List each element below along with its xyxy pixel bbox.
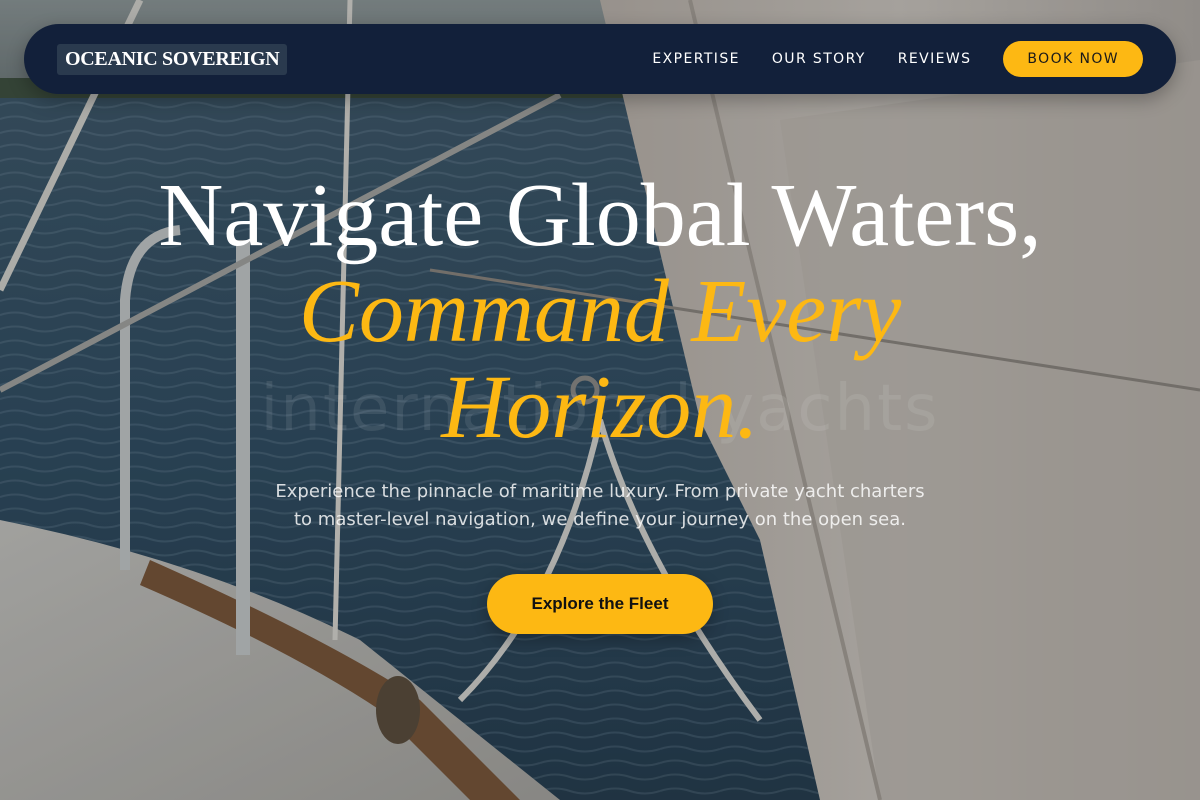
explore-fleet-button[interactable]: Explore the Fleet — [487, 574, 713, 634]
subtitle-line-1: Experience the pinnacle of maritime luxu… — [275, 481, 925, 502]
headline-accent-line-1: Command Every — [298, 262, 902, 361]
headline-accent-line-2: Horizon. — [441, 358, 759, 457]
headline-line-1: Navigate Global Waters, — [158, 166, 1042, 265]
hero-subtitle: Experience the pinnacle of maritime luxu… — [260, 478, 940, 534]
subtitle-line-2: to master-level navigation, we define yo… — [294, 509, 906, 530]
hero-headline: Navigate Global Waters, Command Every Ho… — [0, 168, 1200, 456]
hero-section: international yachts Navigate Global Wat… — [0, 0, 1200, 800]
